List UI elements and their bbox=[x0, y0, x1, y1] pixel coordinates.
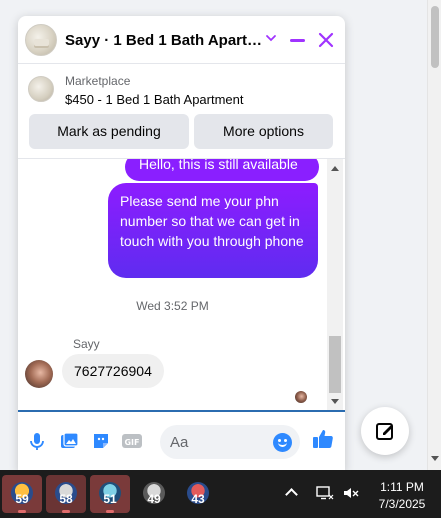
more-options-button[interactable]: More options bbox=[194, 114, 333, 149]
page-scrollbar-thumb[interactable] bbox=[431, 6, 439, 68]
outgoing-message[interactable]: Please send me your phn number so that w… bbox=[108, 183, 318, 278]
message-timestamp: Wed 3:52 PM bbox=[136, 299, 209, 313]
scroll-down-icon[interactable] bbox=[331, 399, 339, 404]
mark-as-pending-button[interactable]: Mark as pending bbox=[29, 114, 189, 149]
active-indicator bbox=[18, 510, 26, 513]
taskbar-item-label: 58 bbox=[59, 492, 73, 506]
chevron-down-icon[interactable] bbox=[264, 31, 278, 45]
message-scrollbar-thumb[interactable] bbox=[329, 336, 341, 393]
scroll-down-icon[interactable] bbox=[431, 456, 439, 461]
network-icon[interactable] bbox=[316, 486, 334, 500]
listing-thumbnail[interactable] bbox=[28, 76, 54, 102]
message-composer: GIF Aa bbox=[18, 410, 345, 472]
incoming-message[interactable]: 7627726904 bbox=[62, 354, 164, 388]
message-list: Hello, this is still available Please se… bbox=[18, 159, 345, 410]
taskbar-item[interactable]: 43 bbox=[178, 475, 218, 513]
active-indicator bbox=[62, 510, 70, 513]
microphone-icon[interactable] bbox=[26, 430, 48, 452]
taskbar-item[interactable]: 58 bbox=[46, 475, 86, 513]
photo-icon[interactable] bbox=[58, 430, 80, 452]
seen-avatar bbox=[295, 391, 307, 403]
taskbar-item[interactable]: 59 bbox=[2, 475, 42, 513]
taskbar-item-label: 43 bbox=[191, 492, 205, 506]
emoji-icon[interactable] bbox=[273, 433, 292, 452]
volume-muted-icon[interactable] bbox=[343, 486, 359, 500]
thumbs-up-icon[interactable] bbox=[311, 427, 335, 451]
minimize-button[interactable] bbox=[290, 39, 305, 42]
sender-name: Sayy bbox=[73, 337, 100, 351]
taskbar-item-label: 49 bbox=[147, 492, 161, 506]
gif-icon[interactable]: GIF bbox=[121, 430, 143, 452]
outgoing-message[interactable]: Hello, this is still available bbox=[125, 159, 319, 181]
taskbar-item-label: 51 bbox=[103, 492, 117, 506]
message-input[interactable]: Aa bbox=[160, 425, 300, 459]
chat-title[interactable]: Sayy · 1 Bed 1 Bath Apartm... bbox=[65, 32, 263, 49]
listing-title[interactable]: $450 - 1 Bed 1 Bath Apartment bbox=[65, 92, 244, 107]
taskbar-item[interactable]: 51 bbox=[90, 475, 130, 513]
clock-time[interactable]: 1:11 PM bbox=[372, 480, 432, 494]
new-message-button[interactable] bbox=[361, 407, 409, 455]
scroll-up-icon[interactable] bbox=[331, 166, 339, 171]
message-input-placeholder: Aa bbox=[170, 434, 189, 451]
sender-avatar[interactable] bbox=[25, 360, 53, 388]
active-indicator bbox=[106, 510, 114, 513]
sticker-icon[interactable] bbox=[90, 430, 112, 452]
chat-header: Sayy · 1 Bed 1 Bath Apartm... bbox=[18, 16, 345, 64]
clock-date[interactable]: 7/3/2025 bbox=[372, 497, 432, 511]
taskbar-item[interactable]: 49 bbox=[134, 475, 174, 513]
svg-text:GIF: GIF bbox=[124, 438, 139, 447]
taskbar-item-label: 59 bbox=[15, 492, 29, 506]
chat-window: Sayy · 1 Bed 1 Bath Apartm... Marketplac… bbox=[18, 16, 345, 472]
marketplace-panel: Marketplace $450 - 1 Bed 1 Bath Apartmen… bbox=[18, 64, 345, 159]
compose-icon bbox=[376, 423, 393, 440]
marketplace-label: Marketplace bbox=[65, 74, 131, 88]
message-scrollbar[interactable] bbox=[327, 159, 343, 410]
page-scrollbar[interactable] bbox=[427, 0, 441, 470]
close-icon[interactable] bbox=[316, 30, 336, 50]
listing-avatar[interactable] bbox=[25, 24, 57, 56]
